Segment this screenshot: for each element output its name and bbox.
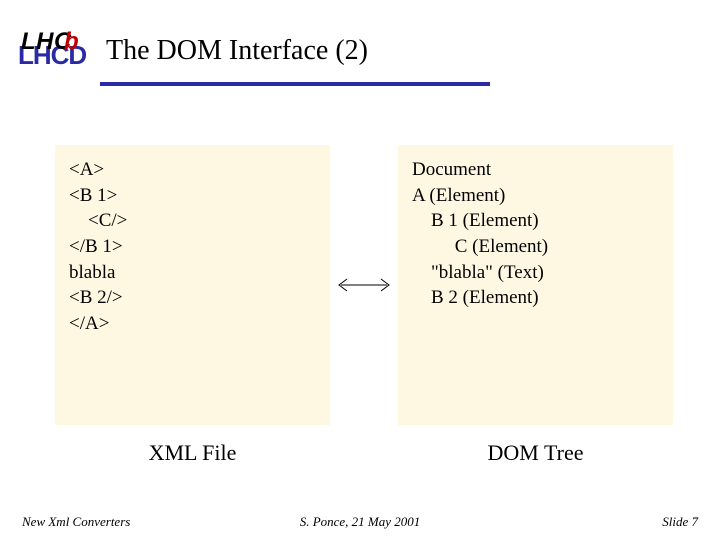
- lhcb-logo: LHCD LHC b: [18, 28, 88, 74]
- double-arrow-icon: [335, 276, 393, 294]
- caption-gap: [330, 440, 398, 466]
- title-divider: [100, 82, 490, 86]
- page-title: The DOM Interface (2): [106, 35, 368, 67]
- arrow-container: [330, 276, 398, 294]
- xml-content: <A> <B 1> <C/> </B 1> blabla <B 2/> </A>: [69, 157, 316, 336]
- captions-row: XML File DOM Tree: [55, 440, 680, 466]
- content-area: <A> <B 1> <C/> </B 1> blabla <B 2/> </A>…: [55, 140, 680, 430]
- dom-caption: DOM Tree: [398, 440, 673, 466]
- logo-accent-text: b: [64, 28, 79, 56]
- slide-footer: New Xml Converters S. Ponce, 21 May 2001…: [0, 514, 720, 530]
- dom-content: Document A (Element) B 1 (Element) C (El…: [412, 157, 659, 311]
- footer-center: S. Ponce, 21 May 2001: [0, 514, 720, 530]
- dom-panel: Document A (Element) B 1 (Element) C (El…: [398, 145, 673, 425]
- xml-caption: XML File: [55, 440, 330, 466]
- xml-panel: <A> <B 1> <C/> </B 1> blabla <B 2/> </A>: [55, 145, 330, 425]
- slide-header: LHCD LHC b The DOM Interface (2): [0, 0, 720, 74]
